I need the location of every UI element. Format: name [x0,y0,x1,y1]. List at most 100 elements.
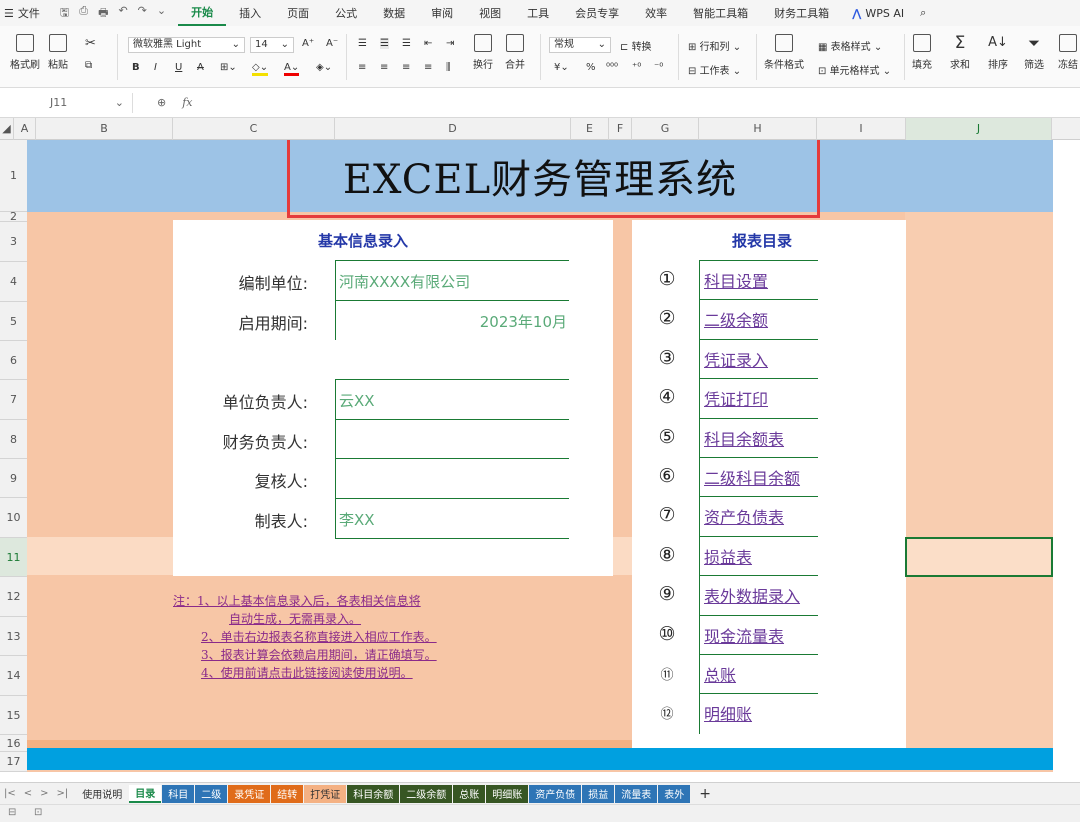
save-icon[interactable]: 🖫 [60,4,69,23]
field-input-cell[interactable] [335,458,569,498]
catalog-link[interactable]: 二级余额 [704,307,768,331]
menu-tab[interactable]: 智能工具箱 [680,0,761,26]
column-header[interactable]: E [571,118,609,140]
underline-icon[interactable]: U [175,62,182,73]
redo-icon[interactable]: ↷ [138,4,147,23]
catalog-link[interactable]: 科目设置 [704,268,768,292]
sheet-tab[interactable]: 总账 [453,784,486,803]
align-left-icon[interactable]: ≡ [358,62,366,73]
eraser-icon[interactable]: ◈⌄ [316,62,332,73]
sheet-tab[interactable]: 使用说明 [76,784,129,803]
sheet-tab[interactable]: 科目 [162,784,195,803]
row-header[interactable]: 2 [0,210,27,223]
prev-sheet-icon[interactable]: < [20,788,36,799]
print-icon[interactable]: 🖶 [98,4,108,23]
menu-tab[interactable]: 公式 [322,0,370,26]
active-cell-j11[interactable] [905,537,1053,577]
sort-button[interactable]: A↓ 排序 [988,34,1008,71]
column-header[interactable]: C [173,118,335,140]
paste-button[interactable]: 粘贴 [48,34,68,71]
field-value[interactable]: 河南XXXX有限公司 [339,271,470,292]
catalog-link[interactable]: 资产负债表 [704,504,784,528]
row-header[interactable]: 13 [0,617,27,656]
add-sheet-button[interactable]: + [691,786,719,802]
menu-tab[interactable]: 数据 [370,0,418,26]
sheet-tab[interactable]: 流量表 [615,784,658,803]
wrap-text-button[interactable]: 换行 [473,34,493,71]
column-header[interactable]: G [632,118,699,140]
font-color-icon[interactable]: A⌄ [284,62,300,76]
align-right-icon[interactable]: ≡ [402,62,410,73]
align-top-icon[interactable]: ☰ [358,38,367,49]
decrease-font-icon[interactable]: A⁻ [326,38,338,49]
menu-tab[interactable]: 财务工具箱 [761,0,842,26]
freeze-button[interactable]: 冻结 [1058,34,1078,71]
row-header[interactable]: 5 [0,302,27,341]
bold-icon[interactable]: B [132,62,140,73]
row-header[interactable]: 1 [0,140,27,212]
decimal-decrease-icon[interactable]: ⁻⁰ [654,62,663,73]
row-header[interactable]: 3 [0,222,27,262]
catalog-link[interactable]: 二级科目余额 [704,465,800,489]
row-header[interactable]: 15 [0,696,27,735]
macro-icon[interactable]: ⊡ [34,807,42,818]
sheet-tab[interactable]: 资产负债 [529,784,582,803]
wps-ai-button[interactable]: ⋀ WPS AI [842,7,914,20]
sheet-tab[interactable]: 结转 [271,784,304,803]
row-header[interactable]: 10 [0,498,27,538]
row-header[interactable]: 17 [0,752,27,772]
distribute-icon[interactable]: ⫼ [446,62,451,73]
align-bottom-icon[interactable]: ☰ [402,38,411,49]
indent-increase-icon[interactable]: ⇥ [446,38,454,49]
align-center-icon[interactable]: ≡ [380,62,388,73]
worksheet-button[interactable]: ⊟ 工作表 ⌄ [688,62,741,77]
catalog-link[interactable]: 总账 [704,662,736,686]
currency-icon[interactable]: ¥⌄ [554,62,569,73]
menu-tab[interactable]: 会员专享 [562,0,632,26]
strikethrough-icon[interactable]: A [197,62,204,73]
formula-input[interactable] [205,93,1080,113]
conditional-format-button[interactable]: 条件格式 [764,34,804,71]
rows-cols-button[interactable]: ⊞ 行和列 ⌄ [688,38,741,53]
sum-button[interactable]: Σ 求和 [950,34,970,71]
row-header[interactable]: 14 [0,656,27,696]
column-header[interactable]: J [906,118,1052,140]
number-format-select[interactable]: 常规 ⌄ [549,37,611,53]
sheet-tab[interactable]: 二级余额 [400,784,453,803]
menu-tab[interactable]: 视图 [466,0,514,26]
justify-icon[interactable]: ≡ [424,62,432,73]
field-input-cell[interactable] [335,419,569,459]
note-line[interactable]: 4、使用前请点击此链接阅读使用说明。 [173,664,437,682]
field-value[interactable]: 2023年10月 [403,311,567,332]
sheet-list-icon[interactable]: ⊟ [8,807,16,818]
align-middle-icon[interactable]: ☰ [380,38,389,49]
catalog-link[interactable]: 凭证录入 [704,347,768,371]
sheet-tab[interactable]: 打凭证 [304,784,347,803]
catalog-link[interactable]: 凭证打印 [704,386,768,410]
row-header[interactable]: 11 [0,538,27,577]
notes-block[interactable]: 注：1、以上基本信息录入后，各表相关信息将 自动生成，无需再录入。 2、单击右边报表… [173,592,437,682]
worksheet-grid[interactable]: EXCEL财务管理系统 基本信息录入 编制单位: 河南XXXX有限公司 启用期间: 2… [27,140,1053,772]
field-value[interactable]: 云XX [339,390,375,411]
table-style-button[interactable]: ▦ 表格样式 ⌄ [818,38,882,53]
note-line[interactable]: 注：1、以上基本信息录入后，各表相关信息将 [173,592,437,610]
print-preview-icon[interactable]: ⎙ [79,4,88,23]
select-all-corner[interactable]: ◢ [0,118,14,140]
zoom-icon[interactable]: ⊕ [157,96,166,109]
sheet-tab[interactable]: 目录 [129,784,162,803]
format-painter-button[interactable]: 格式刷 [10,34,40,71]
row-header[interactable]: 12 [0,577,27,617]
sheet-tab[interactable]: 二级 [195,784,228,803]
menu-tab[interactable]: 工具 [514,0,562,26]
column-header[interactable]: H [699,118,817,140]
name-box[interactable]: J11 ⌄ [8,92,133,113]
thousands-icon[interactable]: ⁰⁰⁰ [606,62,618,73]
search-icon[interactable]: ⌕ [914,6,932,20]
column-header[interactable]: B [36,118,173,140]
field-value[interactable]: 李XX [339,509,375,530]
increase-font-icon[interactable]: A⁺ [302,38,314,49]
font-name-select[interactable]: 微软雅黑 Light ⌄ [128,37,245,53]
sheet-tab[interactable]: 明细账 [486,784,529,803]
column-header[interactable]: F [609,118,632,140]
copy-icon[interactable]: ⧉ [85,60,92,71]
